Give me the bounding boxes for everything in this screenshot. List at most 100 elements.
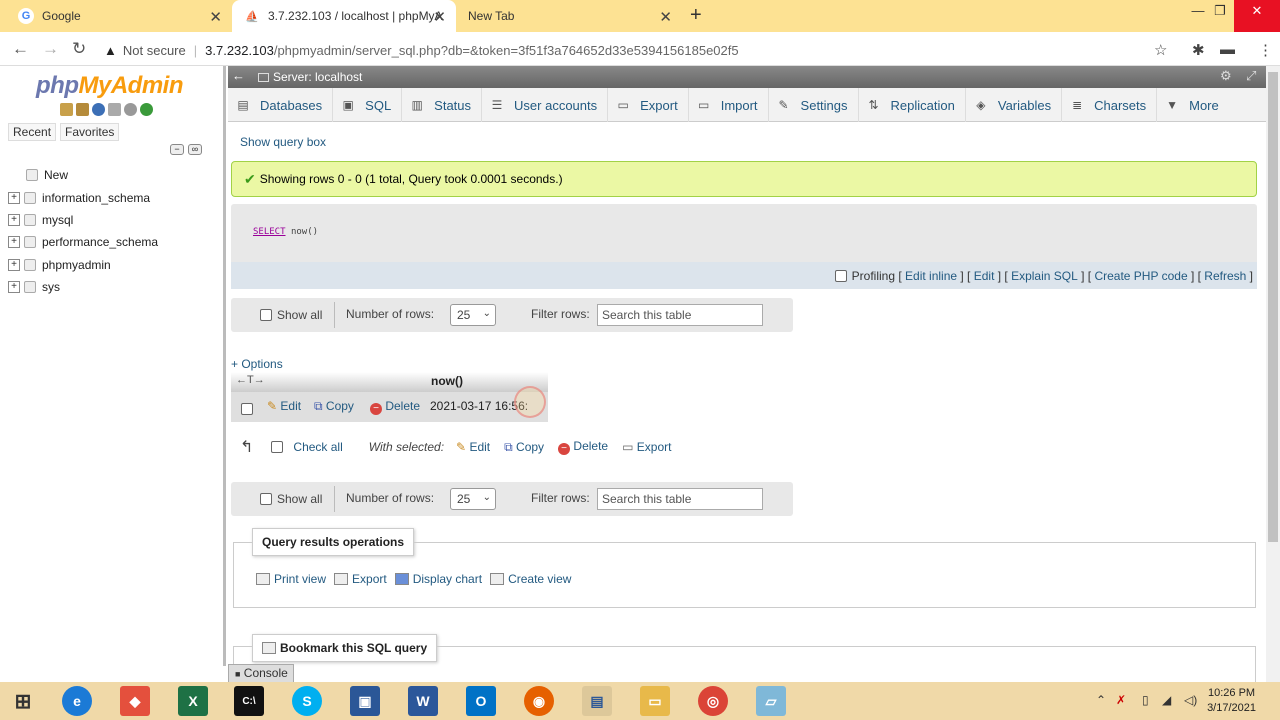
tab-replication[interactable]: ⇅ Replication	[859, 88, 966, 122]
reload-icon[interactable]: ↻	[72, 39, 86, 59]
tab-charsets[interactable]: ≣ Charsets	[1062, 88, 1158, 122]
back-arrow-icon[interactable]: ←	[12, 39, 29, 59]
page-scrollbar[interactable]	[1266, 66, 1280, 682]
forward-arrow-icon[interactable]: →	[42, 39, 59, 59]
tree-item-performance-schema[interactable]: + performance_schema	[8, 231, 158, 253]
git-icon[interactable]: ◆	[120, 686, 150, 716]
filter-rows-input[interactable]: Search this table	[597, 304, 763, 326]
tray-chevron-icon[interactable]: ⌃	[1096, 693, 1106, 707]
tab-google[interactable]: G Google ✕	[6, 0, 232, 32]
tab-databases[interactable]: ▤ Databases	[228, 88, 334, 122]
close-window-icon[interactable]: ✕	[1234, 0, 1280, 32]
network-app-icon[interactable]: ▣	[350, 686, 380, 716]
tab-status[interactable]: ▥ Status	[402, 88, 483, 122]
gear-icon[interactable]: ⚙	[1220, 68, 1232, 84]
bulk-export[interactable]: ▭ Export	[622, 440, 671, 454]
close-tab-icon[interactable]: ✕	[433, 8, 446, 26]
tree-item-phpmyadmin[interactable]: + phpmyadmin	[8, 254, 158, 276]
reload-nav-icon[interactable]	[140, 103, 153, 116]
outlook-icon[interactable]: O	[466, 686, 496, 716]
network-warning-icon[interactable]: ✗	[1116, 693, 1126, 707]
docs-icon[interactable]	[108, 103, 121, 116]
skype-icon[interactable]: S	[292, 686, 322, 716]
volume-icon[interactable]: ◁)	[1184, 693, 1197, 707]
tree-item-mysql[interactable]: + mysql	[8, 209, 158, 231]
file-explorer-icon[interactable]: ▭	[640, 686, 670, 716]
profile-icon[interactable]: ▬	[1220, 41, 1235, 58]
edit-link[interactable]: Edit	[974, 269, 995, 283]
tab-sql[interactable]: ▣ SQL	[333, 88, 403, 122]
excel-icon[interactable]: X	[178, 686, 208, 716]
edit-inline-link[interactable]: Edit inline	[905, 269, 957, 283]
show-query-box-link[interactable]: Show query box	[240, 135, 326, 149]
display-chart-link[interactable]: Display chart	[394, 572, 482, 586]
console-toggle[interactable]: ■ Console	[228, 664, 294, 683]
collapse-all-icon[interactable]: −	[170, 144, 184, 155]
collapse-panel-icon[interactable]: ←	[232, 68, 245, 83]
scrollbar-thumb[interactable]	[1268, 72, 1278, 542]
extensions-icon[interactable]: ✱	[1192, 41, 1205, 59]
help-icon[interactable]	[92, 103, 105, 116]
bookmark-title[interactable]: Bookmark this SQL query	[252, 634, 438, 662]
row-checkbox[interactable]	[241, 403, 253, 415]
close-tab-icon[interactable]: ✕	[209, 8, 222, 26]
bulk-copy[interactable]: ⧉ Copy	[504, 440, 544, 455]
refresh-link[interactable]: Refresh	[1204, 269, 1246, 283]
export-link[interactable]: Export	[334, 572, 387, 586]
close-tab-icon[interactable]: ✕	[659, 8, 672, 26]
check-all-checkbox[interactable]	[271, 441, 284, 453]
create-view-link[interactable]: Create view	[490, 572, 571, 586]
expand-icon[interactable]: +	[8, 236, 20, 249]
new-tab-button[interactable]: +	[690, 4, 702, 27]
firefox-icon[interactable]: ◉	[524, 686, 554, 716]
tree-item-sys[interactable]: + sys	[8, 276, 158, 298]
phpmyadmin-logo[interactable]: phpMyAdmin	[36, 72, 183, 100]
tab-export[interactable]: ▭ Export	[608, 88, 689, 122]
maximize-panel-icon[interactable]: ⤢	[1246, 68, 1256, 84]
tab-more[interactable]: ▼ More	[1157, 88, 1229, 122]
tree-item-information-schema[interactable]: + information_schema	[8, 186, 158, 208]
tab-user-accounts[interactable]: ☰ User accounts	[482, 88, 609, 122]
explain-sql-link[interactable]: Explain SQL	[1011, 269, 1078, 283]
rows-select[interactable]: 25 ⌄	[450, 488, 496, 510]
bulk-edit[interactable]: ✎ Edit	[456, 440, 490, 454]
remote-desktop-icon[interactable]: ▤	[582, 686, 612, 716]
column-resize-icon[interactable]: ←T→	[236, 374, 265, 386]
row-edit[interactable]: ✎ Edit	[267, 399, 301, 413]
show-all-checkbox[interactable]	[260, 493, 272, 505]
system-clock[interactable]: 10:26 PM 3/17/2021	[1207, 686, 1256, 716]
expand-icon[interactable]: +	[8, 213, 20, 226]
word-icon[interactable]: W	[408, 686, 438, 716]
print-view-link[interactable]: Print view	[256, 572, 326, 586]
check-all-label[interactable]: Check all	[293, 440, 342, 454]
server-breadcrumb[interactable]: Server: localhost	[258, 70, 362, 84]
tab-variables[interactable]: ◈ Variables	[966, 88, 1063, 122]
internet-explorer-icon[interactable]: e	[62, 686, 92, 716]
rows-select[interactable]: 25 ⌄	[450, 304, 496, 326]
link-icon[interactable]: ∞	[188, 144, 202, 155]
expand-icon[interactable]: +	[8, 258, 20, 271]
command-prompt-icon[interactable]: C:\	[234, 686, 264, 716]
tab-settings[interactable]: ✎ Settings	[769, 88, 859, 122]
create-php-code-link[interactable]: Create PHP code	[1094, 269, 1187, 283]
tree-item-new[interactable]: New	[8, 164, 158, 186]
tab-phpmyadmin[interactable]: ⛵ 3.7.232.103 / localhost | phpMyA ✕	[232, 0, 456, 32]
wifi-icon[interactable]: ◢	[1162, 693, 1171, 707]
filter-rows-input[interactable]: Search this table	[597, 488, 763, 510]
favorites-tab[interactable]: Favorites	[60, 123, 120, 141]
row-delete[interactable]: − Delete	[370, 399, 420, 415]
row-copy[interactable]: ⧉ Copy	[314, 399, 354, 414]
star-icon[interactable]: ☆	[1154, 41, 1167, 59]
logout-icon[interactable]	[76, 103, 89, 116]
notepad-icon[interactable]: ▱	[756, 686, 786, 716]
options-link[interactable]: + Options	[231, 357, 283, 371]
expand-icon[interactable]: +	[8, 281, 20, 294]
tab-import[interactable]: ▭ Import	[689, 88, 769, 122]
chrome-icon[interactable]: ◎	[698, 686, 728, 716]
home-icon[interactable]	[60, 103, 73, 116]
battery-icon[interactable]: ▯	[1142, 693, 1149, 707]
recent-tab[interactable]: Recent	[8, 123, 57, 141]
settings-icon[interactable]	[124, 103, 137, 116]
bulk-delete[interactable]: − Delete	[558, 439, 608, 455]
sql-keyword[interactable]: SELECT	[253, 227, 286, 237]
